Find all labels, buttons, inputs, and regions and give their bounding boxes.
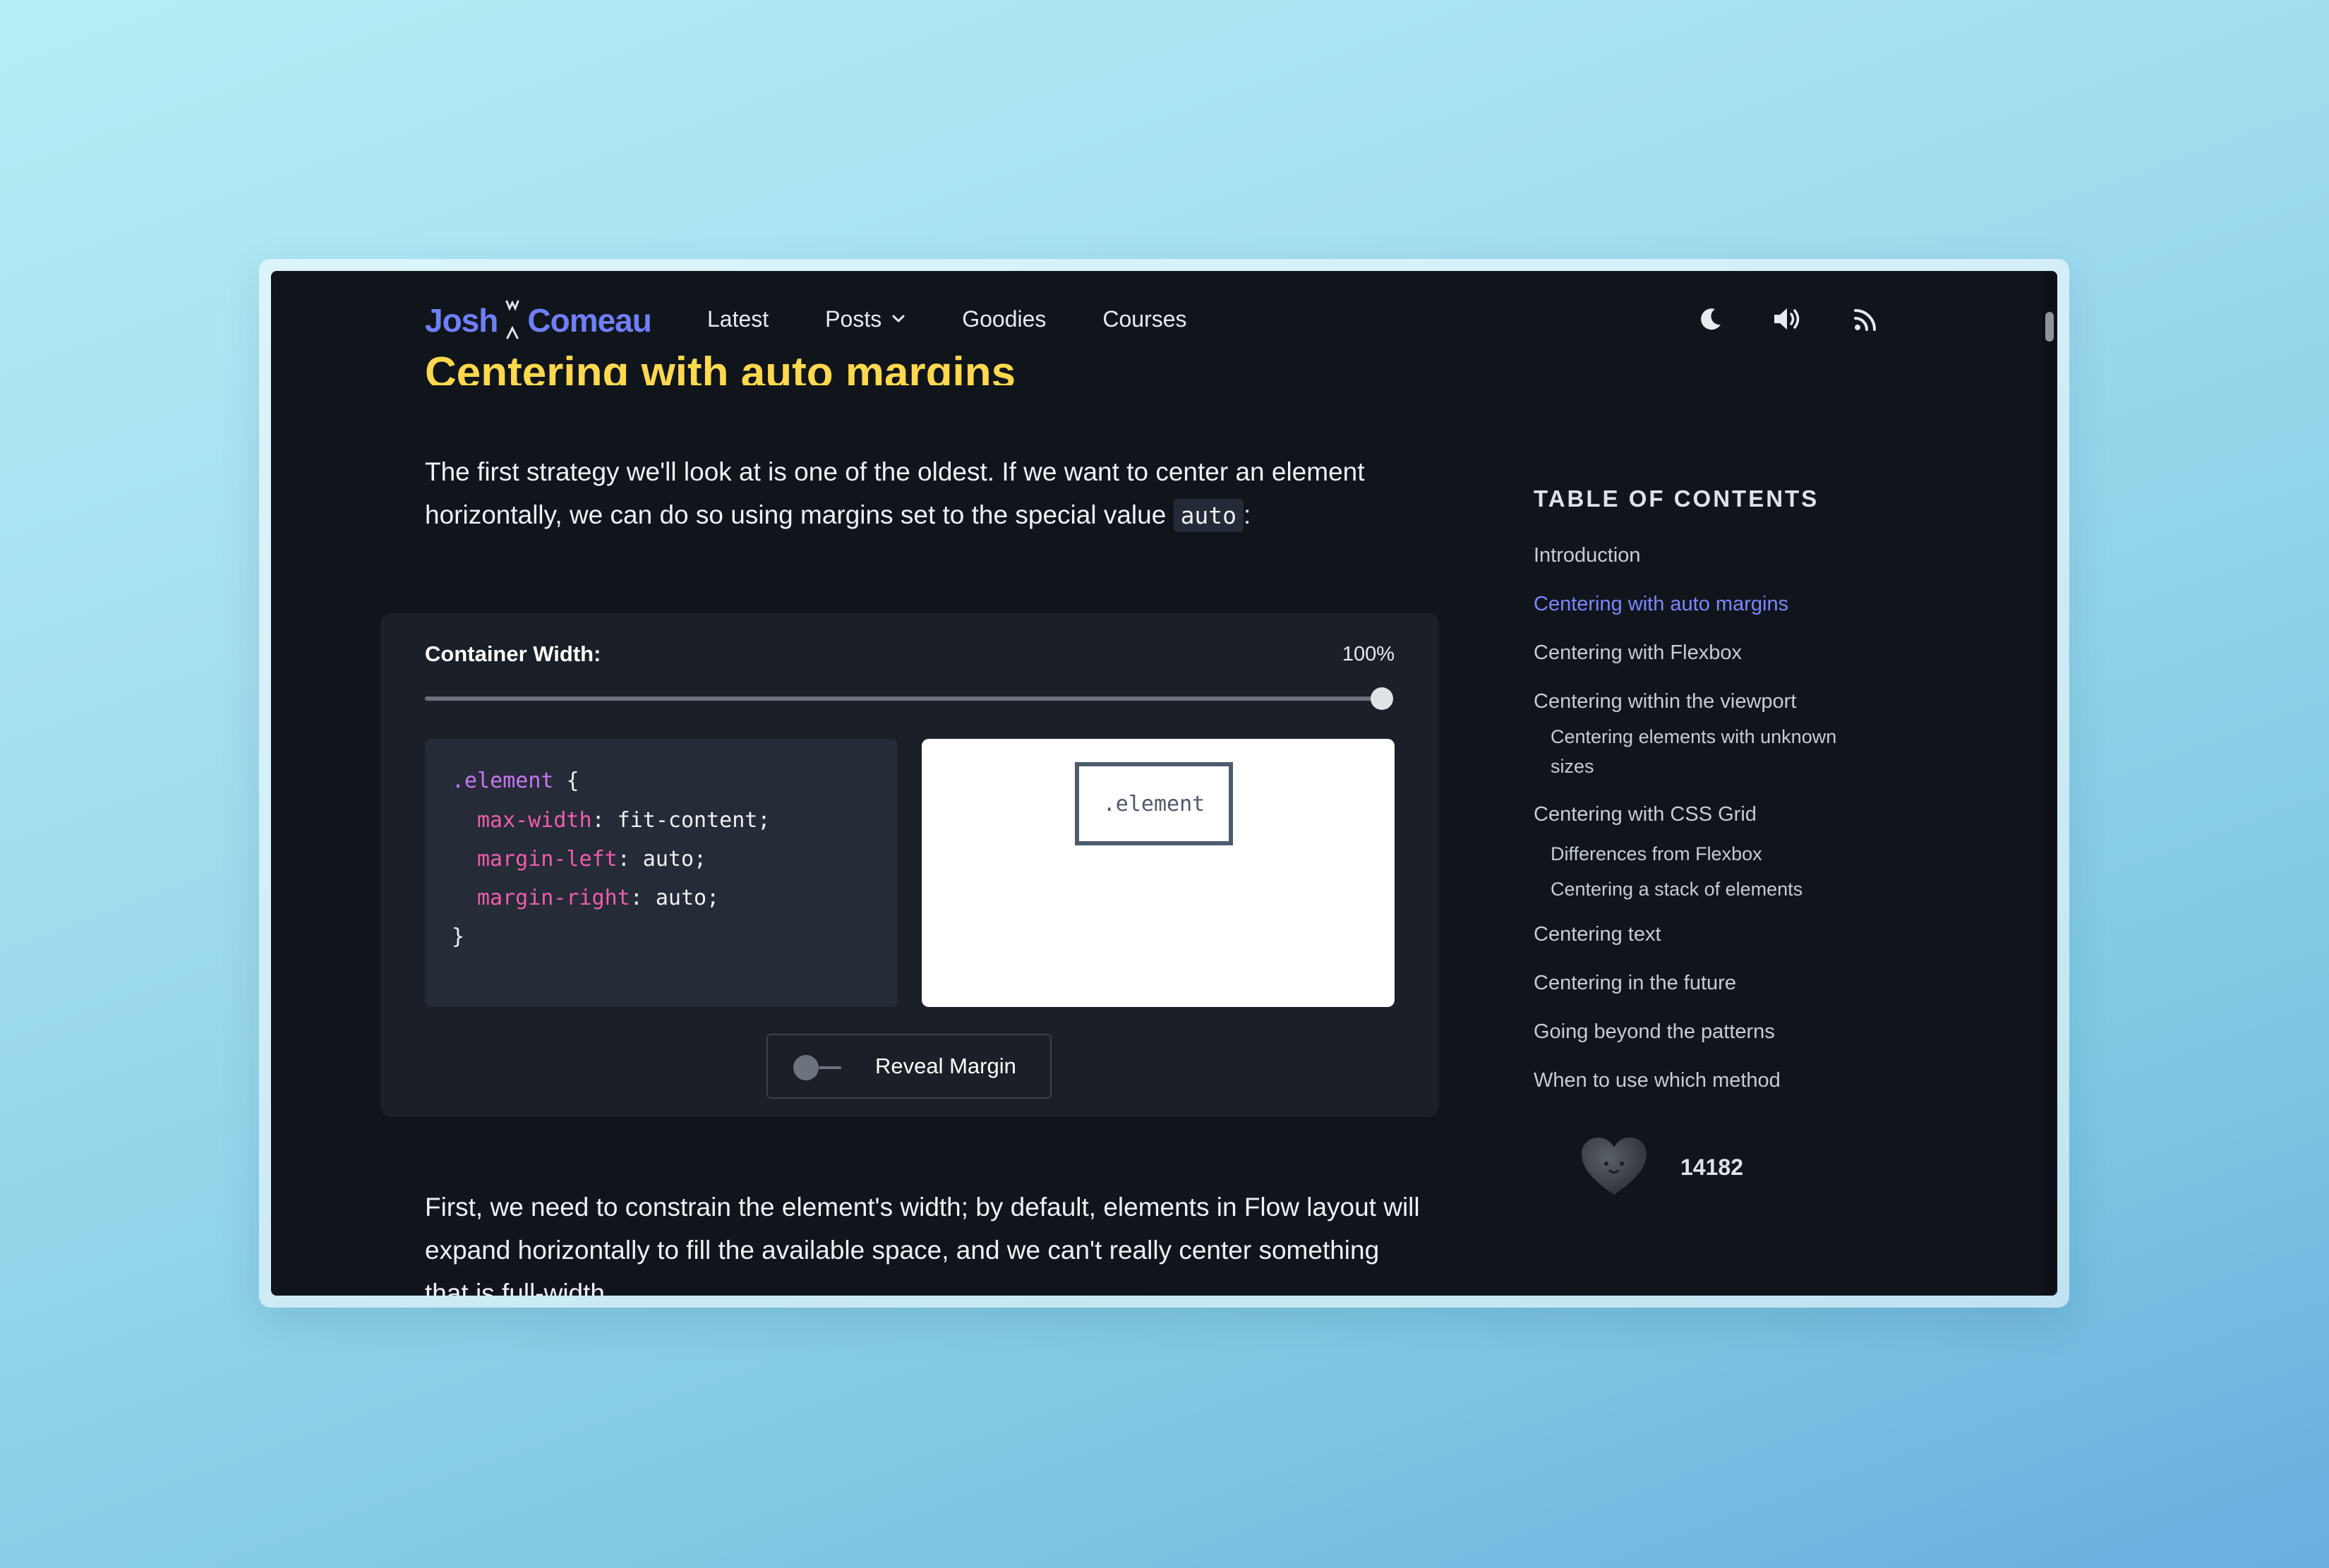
code-value: auto; xyxy=(630,847,707,872)
toc-subitem-stack[interactable]: Centering a stack of elements xyxy=(1551,874,1803,904)
intro-paragraph: The first strategy we'll look at is one … xyxy=(425,450,1420,537)
theme-toggle-button[interactable] xyxy=(1690,298,1732,340)
inline-code: auto xyxy=(1173,499,1244,532)
width-slider-thumb[interactable] xyxy=(1371,687,1393,710)
code-open-brace: { xyxy=(553,768,579,793)
toggle-knob xyxy=(793,1055,819,1080)
toc-item-viewport[interactable]: Centering within the viewport xyxy=(1534,687,1796,716)
toc-item-future[interactable]: Centering in the future xyxy=(1534,968,1736,998)
code-line: } xyxy=(452,923,464,951)
code-line: margin-left: auto; xyxy=(477,847,707,872)
toc-item-auto-margins[interactable]: Centering with auto margins xyxy=(1534,589,1788,619)
nav-item-posts[interactable]: Posts xyxy=(825,298,905,340)
code-value: auto; xyxy=(642,886,720,910)
code-selector: .element xyxy=(452,768,554,793)
volume-icon xyxy=(1774,308,1800,330)
nav-item-courses[interactable]: Courses xyxy=(1102,298,1186,340)
toc-item-flexbox[interactable]: Centering with Flexbox xyxy=(1534,638,1742,668)
toc-subitem-unknown-sizes[interactable]: Centering elements with unknown xyxy=(1551,722,1836,752)
code-property: margin-left xyxy=(477,847,618,872)
preview-container: .element xyxy=(922,739,1395,1007)
main-nav: Latest Posts Goodies Courses xyxy=(707,298,1244,340)
moon-icon xyxy=(1701,308,1721,330)
rss-feed-button[interactable] xyxy=(1845,298,1887,340)
logo-mark-icon xyxy=(505,300,519,339)
nav-item-label: Posts xyxy=(825,306,882,332)
chevron-down-icon xyxy=(892,315,905,322)
toc-item-introduction[interactable]: Introduction xyxy=(1534,541,1641,570)
toc-item-which-method[interactable]: When to use which method xyxy=(1534,1066,1781,1095)
nav-item-goodies[interactable]: Goodies xyxy=(962,298,1046,340)
toc-item-text[interactable]: Centering text xyxy=(1534,919,1661,949)
logo-second-word: Comeau xyxy=(527,302,651,339)
header-actions xyxy=(1690,298,1922,340)
heart-icon[interactable] xyxy=(1579,1135,1649,1199)
width-slider-track[interactable] xyxy=(425,696,1392,701)
toc-subitem-differences[interactable]: Differences from Flexbox xyxy=(1551,839,1762,869)
container-width-value: 100% xyxy=(1342,643,1395,665)
body-paragraph: First, we need to constrain the element'… xyxy=(425,1193,1420,1296)
logo-first-word: Josh xyxy=(425,302,498,339)
code-line: max-width: fit-content; xyxy=(477,808,771,833)
sound-toggle-button[interactable] xyxy=(1767,298,1810,340)
reveal-margin-toggle[interactable]: Reveal Margin xyxy=(766,1034,1052,1099)
rss-icon xyxy=(1854,309,1876,331)
interactive-demo: Container Width: 100% .element { max-wid… xyxy=(380,613,1439,1117)
section-title: Centering with auto margins xyxy=(425,349,1016,385)
toggle-track xyxy=(819,1066,841,1069)
code-line: margin-right: auto; xyxy=(477,886,720,910)
like-count: 14182 xyxy=(1680,1154,1743,1180)
browser-window: Josh Comeau Latest Posts Goodies Courses xyxy=(271,271,2057,1296)
code-property: max-width xyxy=(477,808,592,833)
toc-subitem-unknown-sizes-cont[interactable]: sizes xyxy=(1551,752,1594,781)
like-widget: 14182 xyxy=(1579,1135,1743,1199)
toc-item-css-grid[interactable]: Centering with CSS Grid xyxy=(1534,800,1757,829)
toc-heading: TABLE OF CONTENTS xyxy=(1534,486,1819,512)
container-width-label: Container Width: xyxy=(425,641,601,666)
width-slider-fill xyxy=(425,696,1392,701)
nav-item-label: Goodies xyxy=(962,306,1047,332)
site-logo[interactable]: Josh Comeau xyxy=(425,292,652,349)
reveal-margin-label: Reveal Margin xyxy=(875,1054,1016,1078)
code-property: margin-right xyxy=(477,886,630,910)
code-line: .element { xyxy=(452,767,579,795)
code-snippet: .element { max-width: fit-content; margi… xyxy=(425,739,898,1007)
scrollbar-thumb[interactable] xyxy=(2045,312,2054,342)
code-value: fit-content; xyxy=(604,808,771,833)
nav-item-latest[interactable]: Latest xyxy=(707,298,769,340)
nav-item-label: Courses xyxy=(1102,306,1187,332)
toc-item-beyond[interactable]: Going beyond the patterns xyxy=(1534,1017,1775,1047)
intro-colon: : xyxy=(1244,500,1251,529)
code-close-brace: } xyxy=(452,924,465,949)
preview-element: .element xyxy=(1075,762,1233,845)
scrollbar[interactable] xyxy=(2042,271,2057,1296)
nav-item-label: Latest xyxy=(707,306,769,332)
